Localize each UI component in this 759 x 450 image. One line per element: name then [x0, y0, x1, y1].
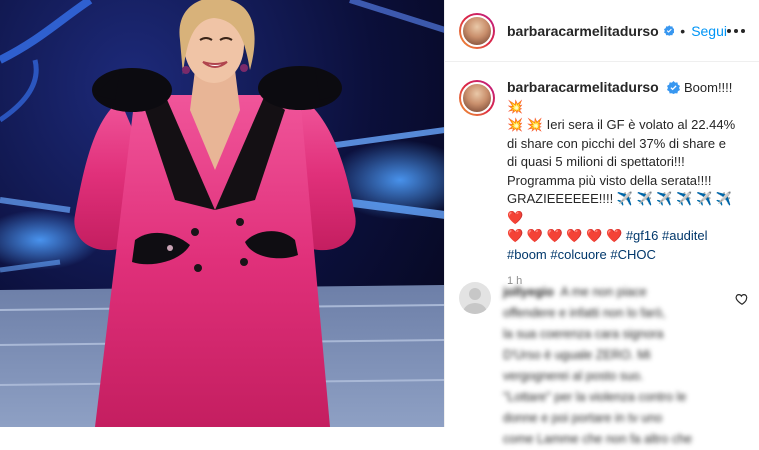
post-caption: barbaracarmelitadurso Boom!!!! 💥 💥 💥 Ier… — [445, 62, 759, 291]
comment-line: A me non piace — [560, 285, 647, 299]
comment-username[interactable]: jollyegio — [503, 285, 554, 299]
follow-button[interactable]: Segui — [691, 23, 727, 39]
post-image-illustration — [0, 0, 444, 427]
post-side-panel: barbaracarmelitadurso • Segui barbaracar… — [444, 0, 759, 446]
verified-badge-icon — [663, 25, 675, 36]
hashtag-link[interactable]: #gf16 — [626, 228, 659, 243]
comment-line: la sua coerenza cara signora — [503, 327, 664, 341]
author-avatar[interactable] — [459, 12, 495, 49]
caption-text: barbaracarmelitadurso Boom!!!! 💥 💥 💥 Ier… — [507, 78, 745, 291]
comment-text: jollyegio A me non piace offendere e inf… — [503, 282, 721, 450]
separator-dot: • — [680, 22, 686, 39]
verified-badge-icon — [667, 81, 681, 94]
more-options-icon[interactable] — [727, 28, 745, 33]
comment-item: jollyegio A me non piace offendere e inf… — [459, 282, 749, 450]
caption-line: GRAZIEEEEEE!!!! ✈️ ✈️ ✈️ ✈️ ✈️ ✈️ ❤️ — [507, 191, 732, 225]
instagram-post-view: barbaracarmelitadurso • Segui barbaracar… — [0, 0, 759, 446]
post-photo[interactable] — [0, 0, 444, 427]
caption-line: ❤️ ❤️ ❤️ ❤️ ❤️ ❤️ — [507, 228, 623, 243]
comment-line: D'Urso è uguale ZERO. Mi — [503, 348, 651, 362]
comment-line: donne e poi portare in tv uno — [503, 411, 663, 425]
comment-line: vergognerei al posto suo. — [503, 369, 644, 383]
comment-line: offendere e infatti non lo farò, — [503, 306, 666, 320]
caption-line: di share con picchi del 37% di share e — [507, 135, 726, 151]
hashtag-link[interactable]: #CHOC — [610, 247, 656, 262]
caption-line: 💥 💥 Ieri sera il GF è volato al 22.44% — [507, 117, 736, 132]
post-header: barbaracarmelitadurso • Segui — [445, 0, 759, 62]
caption-username[interactable]: barbaracarmelitadurso — [507, 79, 659, 95]
caption-author-avatar[interactable] — [459, 80, 495, 116]
hashtag-link[interactable]: #auditel — [662, 228, 708, 243]
hashtag-link[interactable]: #boom — [507, 247, 547, 262]
hashtag-link[interactable]: #colcuore — [550, 247, 606, 262]
comment-line: "Lottare" per la violenza contro le — [503, 390, 687, 404]
comment-line: come Lamme che non fa altro che — [503, 432, 692, 446]
commenter-avatar[interactable] — [459, 282, 491, 314]
heart-icon[interactable] — [735, 292, 749, 306]
caption-line: Programma più visto della serata!!!! — [507, 172, 712, 188]
author-username[interactable]: barbaracarmelitadurso — [507, 23, 659, 39]
caption-line: di quasi 5 milioni di spettatori!!! — [507, 154, 685, 169]
